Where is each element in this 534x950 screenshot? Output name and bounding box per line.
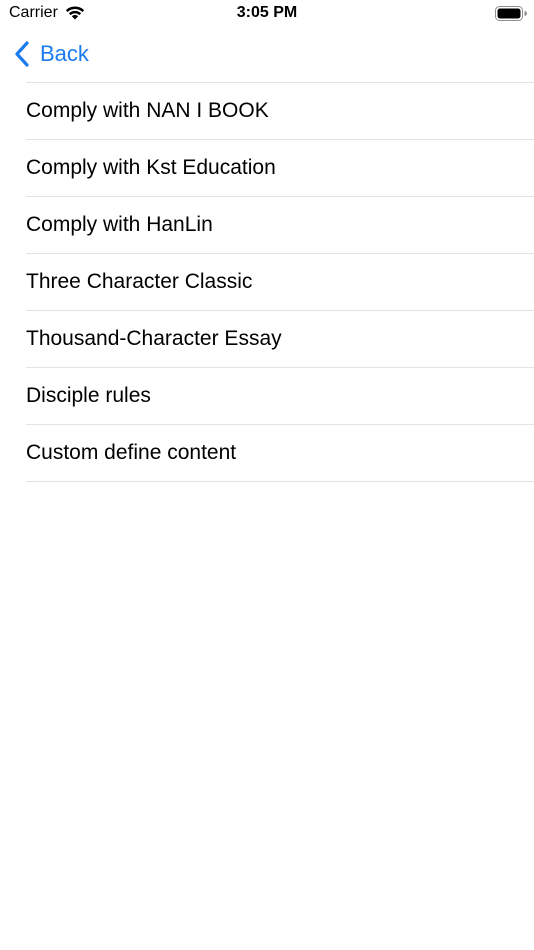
status-time: 3:05 PM bbox=[236, 4, 298, 21]
list-item-label: Comply with HanLin bbox=[26, 213, 213, 236]
back-label: Back bbox=[40, 41, 89, 66]
list-item-three-character-classic[interactable]: Three Character Classic bbox=[26, 254, 534, 311]
list-item-label: Comply with NAN I BOOK bbox=[26, 99, 269, 122]
list-item-hanlin[interactable]: Comply with HanLin bbox=[26, 197, 534, 254]
list-item-disciple-rules[interactable]: Disciple rules bbox=[26, 368, 534, 425]
list-item-label: Comply with Kst Education bbox=[26, 156, 276, 179]
list-item-label: Custom define content bbox=[26, 441, 237, 464]
navigation-bar: Back bbox=[0, 28, 534, 82]
list-item-nan-i-book[interactable]: Comply with NAN I BOOK bbox=[26, 83, 534, 140]
list-item-label: Thousand-Character Essay bbox=[26, 327, 282, 350]
list-item-thousand-character-essay[interactable]: Thousand-Character Essay bbox=[26, 311, 534, 368]
back-button[interactable]: Back bbox=[14, 38, 89, 70]
battery-icon bbox=[495, 6, 527, 21]
content-list: Comply with NAN I BOOK Comply with Kst E… bbox=[26, 82, 534, 482]
list-item-label: Three Character Classic bbox=[26, 270, 253, 293]
screen: Carrier 3:05 PM Back Comply with NAN I B… bbox=[0, 0, 534, 950]
status-bar: Carrier 3:05 PM bbox=[0, 0, 534, 28]
list-item-label: Disciple rules bbox=[26, 384, 151, 407]
list-item-custom-define-content[interactable]: Custom define content bbox=[26, 425, 534, 482]
chevron-left-icon bbox=[15, 41, 29, 67]
list-item-kst-education[interactable]: Comply with Kst Education bbox=[26, 140, 534, 197]
